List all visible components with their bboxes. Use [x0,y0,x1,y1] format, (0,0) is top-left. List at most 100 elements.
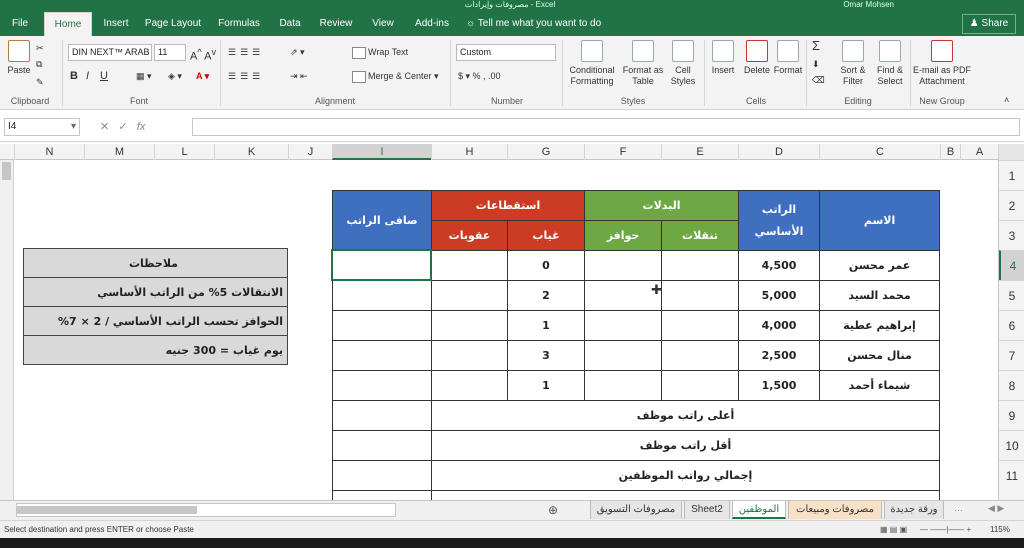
row-header[interactable]: 3 [999,220,1024,250]
absence-cell[interactable]: 1 [506,370,586,401]
fill-color-icon[interactable]: ◈ ▾ [168,68,182,84]
underline-button[interactable]: U [100,68,108,84]
basic-cell[interactable]: 4,000 [738,310,821,341]
column-header-selected[interactable]: I [332,144,431,160]
row-header-selected[interactable]: 4 [999,250,1024,280]
horizontal-align-icons[interactable]: ☰☰☰ [228,68,264,84]
header-incentives[interactable]: حوافز [584,220,663,251]
insert-function-button[interactable]: fx [137,121,146,133]
copy-icon[interactable]: ⧉ [36,56,42,72]
number-format-select[interactable]: Custom [456,44,556,61]
row-header[interactable]: 6 [999,310,1024,340]
name-box[interactable]: I4 ▾ [4,118,80,136]
clear-icon[interactable]: ⌫ [812,72,825,88]
net-cell[interactable] [332,310,432,341]
row-header[interactable]: 7 [999,340,1024,370]
insert-cells-button[interactable]: Insert [706,40,740,76]
penalty-cell[interactable] [431,310,508,341]
incentive-cell[interactable] [584,370,663,401]
name-cell[interactable]: شيماء أحمد [819,370,941,401]
summary-label-cell[interactable]: أعلى راتب موظف [430,400,941,431]
column-header[interactable]: H [431,144,507,160]
tab-formulas[interactable]: Formulas [212,14,266,34]
horizontal-scrollbar[interactable] [16,503,396,517]
basic-cell[interactable]: 2,500 [738,340,821,371]
orientation-icon[interactable]: ⇗ ▾ [290,44,305,60]
notes-line[interactable]: يوم غياب = 300 جنيه [23,335,288,365]
select-all-corner[interactable] [998,144,1024,160]
column-header[interactable]: A [960,144,998,160]
user-name[interactable]: Omar Mohsen [843,0,894,10]
vertical-scrollbar[interactable] [0,160,14,500]
summary-label-cell[interactable]: متوسط رواتب الموظفين [430,490,941,500]
absence-cell[interactable]: 3 [506,340,586,371]
cut-icon[interactable]: ✂ [36,40,44,56]
net-cell[interactable] [332,340,432,371]
transport-cell[interactable] [661,340,740,371]
font-color-icon[interactable]: A ▾ [196,68,209,84]
transport-cell[interactable] [661,310,740,341]
cancel-icon[interactable]: ✕ [100,121,109,133]
vertical-align-icons[interactable]: ☰☰☰ [228,44,264,60]
penalty-cell[interactable] [431,250,508,281]
scrollbar-thumb[interactable] [17,506,197,514]
tab-add-ins[interactable]: Add-ins [408,14,456,34]
paste-button[interactable]: Paste [4,40,34,76]
format-as-table-button[interactable]: Format as Table [620,40,666,87]
scrollbar-thumb[interactable] [2,162,11,180]
more-sheets-icon[interactable]: … [954,503,963,513]
sheet-tab[interactable]: مصروفات التسويق [590,501,682,519]
transport-cell[interactable] [661,370,740,401]
name-cell[interactable]: عمر محسن [819,250,941,281]
absence-cell[interactable]: 0 [506,250,586,281]
row-header[interactable]: 2 [999,190,1024,220]
penalty-cell[interactable] [431,370,508,401]
header-name[interactable]: الاسم [819,190,941,251]
notes-line[interactable]: الحوافز تحسب الراتب الأساسي / 2 × 7% [23,306,288,336]
summary-value-cell[interactable] [332,490,432,500]
row-header[interactable]: 1 [999,160,1024,190]
row-header[interactable]: 9 [999,400,1024,430]
bold-button[interactable]: B [70,68,78,84]
format-cells-button[interactable]: Format [772,40,804,76]
email-pdf-button[interactable]: E-mail as PDF Attachment [912,40,972,87]
basic-cell[interactable]: 1,500 [738,370,821,401]
zoom-slider[interactable]: — ——|—— + [920,521,971,539]
delete-cells-button[interactable]: Delete [740,40,774,76]
column-header[interactable]: E [661,144,738,160]
sheet-nav-arrows[interactable]: ◀ ▶ [988,503,1004,514]
format-painter-icon[interactable]: ✎ [36,74,44,90]
net-cell[interactable] [332,370,432,401]
column-header[interactable]: C [819,144,940,160]
name-cell[interactable]: منال محسن [819,340,941,371]
column-header[interactable]: B [940,144,960,160]
tab-home[interactable]: Home [44,12,92,36]
absence-cell[interactable]: 2 [506,280,586,311]
summary-label-cell[interactable]: أقل راتب موظف [430,430,941,461]
wrap-text-button[interactable]: Wrap Text [352,44,408,60]
summary-value-cell[interactable] [332,430,432,461]
transport-cell[interactable] [661,280,740,311]
tab-review[interactable]: Review [314,14,358,34]
column-header[interactable]: D [738,144,819,160]
conditional-formatting-button[interactable]: Conditional Formatting [566,40,618,87]
row-header[interactable]: 10 [999,430,1024,460]
sort-filter-button[interactable]: Sort & Filter [834,40,872,87]
view-buttons[interactable]: ▦ ▤ ▣ [880,521,907,539]
tab-file[interactable]: File [4,14,36,34]
column-header[interactable]: G [507,144,584,160]
sheet-tab[interactable]: ورقة جديدة [884,501,944,519]
indent-icons[interactable]: ⇥ ⇤ [290,68,308,84]
share-button[interactable]: ♟ Share [962,14,1016,34]
column-header[interactable]: L [154,144,214,160]
row-header[interactable]: 8 [999,370,1024,400]
tell-me-box[interactable]: ☼ Tell me what you want to do [466,14,616,34]
summary-value-cell[interactable] [332,460,432,491]
summary-label-cell[interactable]: إجمالي رواتب الموظفين [430,460,941,491]
column-header[interactable]: M [84,144,154,160]
column-header[interactable]: F [584,144,661,160]
sheet-tab-active[interactable]: الموظفين [732,501,786,519]
formula-input[interactable] [192,118,1020,136]
font-size-select[interactable]: 11 [154,44,186,61]
header-deductions[interactable]: استقطاعات [430,190,586,221]
